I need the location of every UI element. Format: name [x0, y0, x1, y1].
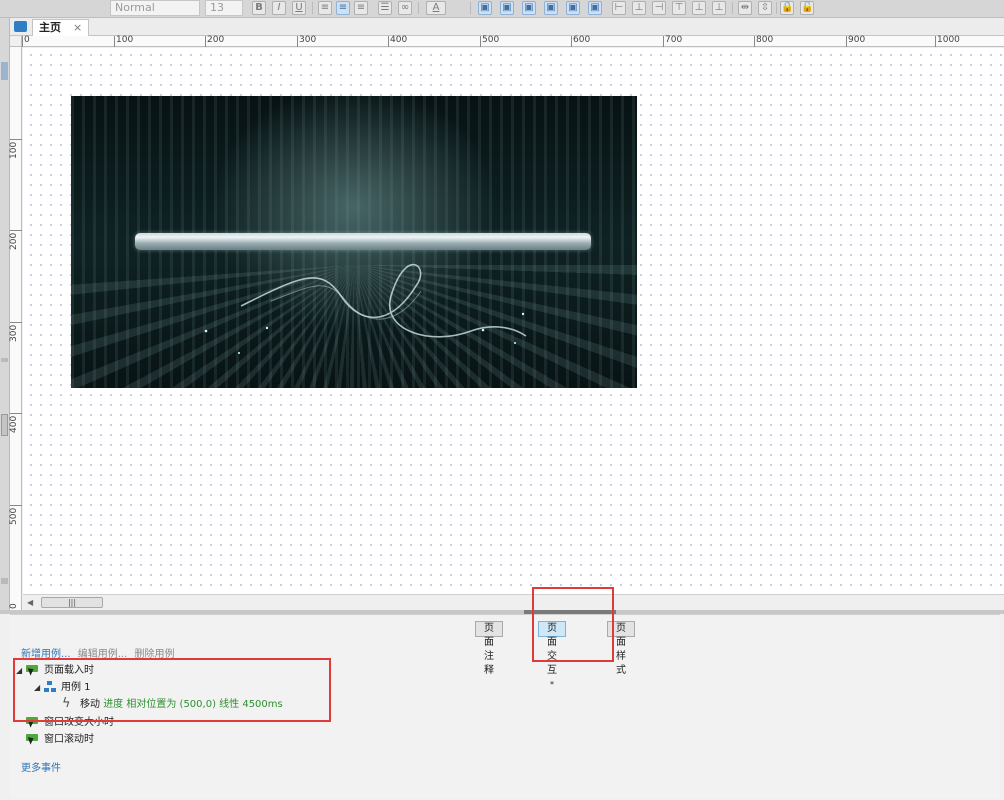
order-icon[interactable]: ▣ — [588, 1, 602, 15]
unlock-icon[interactable]: 🔓 — [800, 1, 814, 15]
toolbar-separator — [470, 2, 471, 14]
ruler-label: 400 — [9, 415, 19, 433]
tab-home-label: 主页 — [39, 21, 61, 34]
align-objects-right-icon[interactable]: ⊣ — [652, 1, 666, 15]
toolbar-separator — [732, 2, 733, 14]
toolbar-separator — [776, 2, 777, 14]
ruler-tick — [663, 36, 664, 47]
more-events-link[interactable]: 更多事件 — [21, 759, 61, 774]
banner-image[interactable] — [71, 96, 637, 388]
tab-label: 页面样式 — [616, 623, 626, 676]
tree-node-window-scroll[interactable]: 窗口滚动时 — [26, 732, 94, 748]
ruler-tick — [935, 36, 936, 47]
horizontal-ruler: 0 100 200 300 400 500 600 700 800 900 10… — [22, 36, 1004, 47]
panel-toggle-icon[interactable] — [1, 62, 8, 80]
bullet-list-icon[interactable]: ☰ — [378, 1, 392, 15]
group-icon[interactable]: ▣ — [522, 1, 536, 15]
canvas-horizontal-scrollbar[interactable]: ◀ ||| — [23, 594, 1004, 610]
ruler-tick — [754, 36, 755, 47]
ruler-tick — [10, 230, 22, 231]
ruler-label: 100 — [116, 35, 134, 45]
bring-front-icon[interactable]: ▣ — [478, 1, 492, 15]
align-objects-top-icon[interactable]: ⊤ — [672, 1, 686, 15]
align-objects-left-icon[interactable]: ⊢ — [612, 1, 626, 15]
ruler-label: 700 — [665, 35, 683, 45]
ruler-label: 900 — [848, 35, 866, 45]
modified-star: * — [550, 680, 554, 689]
ruler-tick — [10, 505, 22, 506]
tab-home[interactable]: 主页 × — [32, 19, 90, 36]
ruler-label: 400 — [390, 35, 408, 45]
ruler-label: 200 — [207, 35, 225, 45]
ruler-label: 0 — [9, 603, 19, 609]
ruler-tick — [10, 322, 22, 323]
ruler-tick — [114, 36, 115, 47]
ruler-tick — [388, 36, 389, 47]
ruler-label: 0 — [24, 35, 30, 45]
panel-divider — [1, 578, 8, 584]
ruler-label: 500 — [482, 35, 500, 45]
sitemap-icon[interactable] — [14, 21, 27, 32]
vertical-ruler: 100 200 300 400 500 0 — [9, 47, 22, 610]
ruler-label: 600 — [573, 35, 591, 45]
ruler-corner — [10, 36, 22, 47]
align-right-icon[interactable]: ≡ — [354, 1, 368, 15]
distribute-horizontal-icon[interactable]: ⇹ — [738, 1, 752, 15]
scroll-left-icon[interactable]: ◀ — [27, 598, 33, 607]
panel-grip-icon[interactable] — [1, 414, 8, 436]
close-icon[interactable]: × — [73, 21, 82, 34]
tab-page-notes[interactable]: 页面注释 — [475, 621, 503, 676]
font-style-select[interactable]: Normal — [110, 0, 200, 16]
ungroup-icon[interactable]: ▣ — [544, 1, 558, 15]
design-canvas[interactable] — [23, 48, 1004, 594]
ruler-tick — [10, 139, 22, 140]
format-toolbar: Normal 13 B I U ≡ ≡ ≡ ☰ ∞ A ▣ ▣ ▣ ▣ ▣ ▣ … — [0, 0, 1004, 18]
align-objects-middle-icon[interactable]: ⊥ — [692, 1, 706, 15]
bold-button[interactable]: B — [252, 1, 266, 15]
align-left-icon[interactable]: ≡ — [318, 1, 332, 15]
ruler-label: 100 — [9, 141, 19, 159]
ruler-label: 500 — [9, 507, 19, 525]
align-objects-bottom-icon[interactable]: ⊥ — [712, 1, 726, 15]
send-back-icon[interactable]: ▣ — [500, 1, 514, 15]
ruler-tick — [10, 413, 22, 414]
align-center-icon[interactable]: ≡ — [336, 1, 350, 15]
ruler-label: 300 — [299, 35, 317, 45]
scrollbar-thumb[interactable]: ||| — [41, 597, 103, 608]
document-tab-bar: 主页 × — [10, 18, 1004, 36]
underline-button[interactable]: U — [292, 1, 306, 15]
lock-icon[interactable]: 🔒 — [780, 1, 794, 15]
ruler-tick — [480, 36, 481, 47]
ruler-tick — [571, 36, 572, 47]
ruler-label: 300 — [9, 324, 19, 342]
text-color-button[interactable]: A — [426, 1, 446, 15]
align-objects-center-icon[interactable]: ⊥ — [632, 1, 646, 15]
italic-button[interactable]: I — [272, 1, 286, 15]
ruler-tick — [297, 36, 298, 47]
distribute-vertical-icon[interactable]: ⇳ — [758, 1, 772, 15]
progress-bar-shape[interactable] — [135, 233, 591, 250]
link-icon[interactable]: ∞ — [398, 1, 412, 15]
layer-icon[interactable]: ▣ — [566, 1, 580, 15]
tab-label: 页面注释 — [484, 623, 494, 676]
ruler-label: 1000 — [937, 35, 960, 45]
toolbar-separator — [418, 2, 419, 14]
font-size-select[interactable]: 13 — [205, 0, 243, 16]
ruler-tick — [205, 36, 206, 47]
ruler-label: 800 — [756, 35, 774, 45]
ruler-label: 200 — [9, 232, 19, 250]
ruler-tick — [22, 36, 23, 47]
panel-divider — [1, 358, 8, 362]
event-icon — [26, 733, 39, 745]
annotation-box-tab — [532, 587, 614, 662]
toolbar-separator — [312, 2, 313, 14]
annotation-box-tree — [13, 658, 331, 722]
ruler-tick — [846, 36, 847, 47]
event-label: 窗口滚动时 — [44, 734, 94, 745]
